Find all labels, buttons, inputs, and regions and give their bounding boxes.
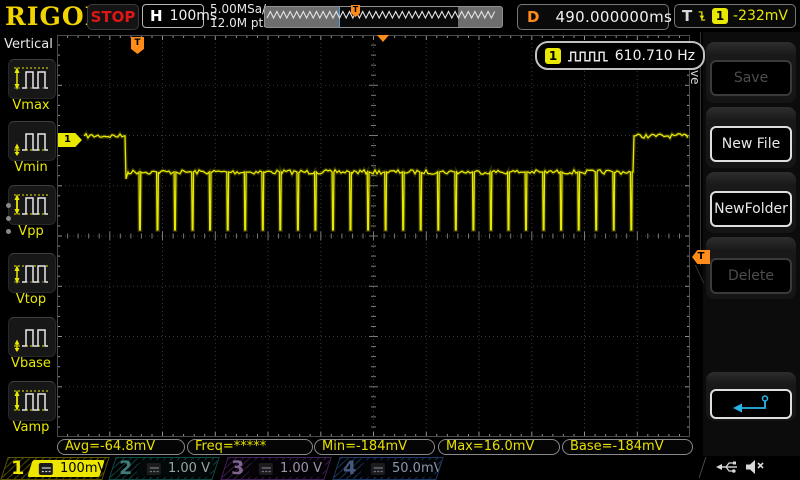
graticule xyxy=(57,35,690,437)
channel-3-number: 3 xyxy=(231,457,244,479)
channel-2-scale-box: 1.00 V xyxy=(135,460,215,477)
channel-4-scale-box: 50.0mV xyxy=(359,460,439,477)
sample-rate: 5.00MSa/s xyxy=(210,2,272,16)
page-indicator-dot xyxy=(6,203,11,208)
speaker-muted-icon[interactable] xyxy=(744,458,766,476)
page-indicator-dot xyxy=(6,216,11,221)
return-arrow-icon xyxy=(729,394,773,414)
center-time-marker-icon xyxy=(377,35,389,42)
overview-wave xyxy=(265,7,500,27)
channel-2-number: 2 xyxy=(119,457,132,479)
vmin-label: Vmin xyxy=(0,160,62,175)
vamp-button[interactable] xyxy=(8,381,56,421)
dc-coupling-icon xyxy=(259,463,273,475)
waveform-overview-bar[interactable]: T xyxy=(264,6,503,28)
dc-coupling-icon xyxy=(371,463,385,475)
trigger-readout-box[interactable]: T 1 -232mV xyxy=(674,4,796,28)
channel-1-number: 1 xyxy=(11,457,24,479)
channel-1-scale-box: 100mV xyxy=(27,460,105,477)
usb-icon xyxy=(714,459,740,475)
horizontal-label: H xyxy=(150,7,163,25)
freq-counter-value: 610.710 Hz xyxy=(615,48,695,64)
vmax-button[interactable] xyxy=(8,59,56,99)
memory-depth: 12.0M pts xyxy=(210,16,272,30)
delay-readout-box: D 490.000000ms xyxy=(517,4,669,30)
horizontal-timebase-box[interactable]: H 100ms xyxy=(142,4,204,28)
vamp-label: Vamp xyxy=(0,420,62,435)
vamp-icon xyxy=(12,386,52,416)
delete-button[interactable]: Delete xyxy=(710,258,792,294)
run-state-badge[interactable]: STOP xyxy=(87,4,139,30)
falling-edge-icon xyxy=(697,8,707,24)
measurement-min: Min=-184mV xyxy=(314,439,435,455)
oscilloscope-screen: RIGOL STOP H 100ms 5.00MSa/s 12.0M pts T… xyxy=(0,0,800,480)
channel-2-scale: 1.00 V xyxy=(168,461,210,476)
acquisition-info: 5.00MSa/s 12.0M pts xyxy=(210,2,272,30)
channel-4-number: 4 xyxy=(343,457,356,479)
back-button[interactable] xyxy=(710,389,792,419)
square-wave-icon xyxy=(567,48,609,64)
new-file-button[interactable]: New File xyxy=(710,126,792,162)
vbase-label: Vbase xyxy=(0,356,62,371)
vbase-icon xyxy=(12,322,52,352)
vtop-button[interactable] xyxy=(8,253,56,293)
channel-3-scale: 1.00 V xyxy=(280,461,322,476)
measurement-avg: Avg=-64.8mV xyxy=(57,439,185,455)
dc-coupling-icon xyxy=(147,463,161,475)
status-bar-divider xyxy=(699,457,707,478)
frequency-counter: 1 610.710 Hz xyxy=(535,41,705,70)
delay-label: D xyxy=(527,8,539,26)
freq-counter-channel-badge: 1 xyxy=(545,48,561,64)
vtop-label: Vtop xyxy=(0,292,62,307)
channel-3-scale-box: 1.00 V xyxy=(247,460,327,477)
vpp-button[interactable] xyxy=(8,185,56,225)
measurement-base: Base=-184mV xyxy=(562,439,693,455)
vmax-label: Vmax xyxy=(0,98,62,113)
trigger-level-value: -232mV xyxy=(733,8,788,24)
dc-coupling-icon xyxy=(39,463,53,475)
vmin-icon xyxy=(12,126,52,156)
channel-2-status[interactable]: 2 1.00 V xyxy=(108,457,219,480)
channel-4-status[interactable]: 4 50.0mV xyxy=(332,457,443,480)
channel-3-status[interactable]: 3 1.00 V xyxy=(220,457,331,480)
vbase-button[interactable] xyxy=(8,317,56,357)
channel-1-scale: 100mV xyxy=(60,461,106,476)
vpp-icon xyxy=(12,190,52,220)
page-indicator-dot xyxy=(6,229,11,234)
new-folder-button[interactable]: NewFolder xyxy=(710,191,792,227)
vtop-icon xyxy=(12,258,52,288)
save-button[interactable]: Save xyxy=(710,60,792,96)
measurement-freq: Freq=***** xyxy=(187,439,313,455)
vmax-icon xyxy=(12,64,52,94)
left-menu-title: Vertical xyxy=(0,37,57,52)
trigger-label: T xyxy=(682,7,692,25)
measurement-max: Max=16.0mV xyxy=(438,439,560,455)
delay-value: 490.000000ms xyxy=(555,8,672,26)
channel-1-status[interactable]: 1 100mV xyxy=(0,457,109,480)
trigger-source-badge: 1 xyxy=(712,8,728,24)
channel-4-scale: 50.0mV xyxy=(392,461,443,476)
trigger-level-marker[interactable]: T xyxy=(692,250,710,264)
vmin-button[interactable] xyxy=(8,121,56,161)
